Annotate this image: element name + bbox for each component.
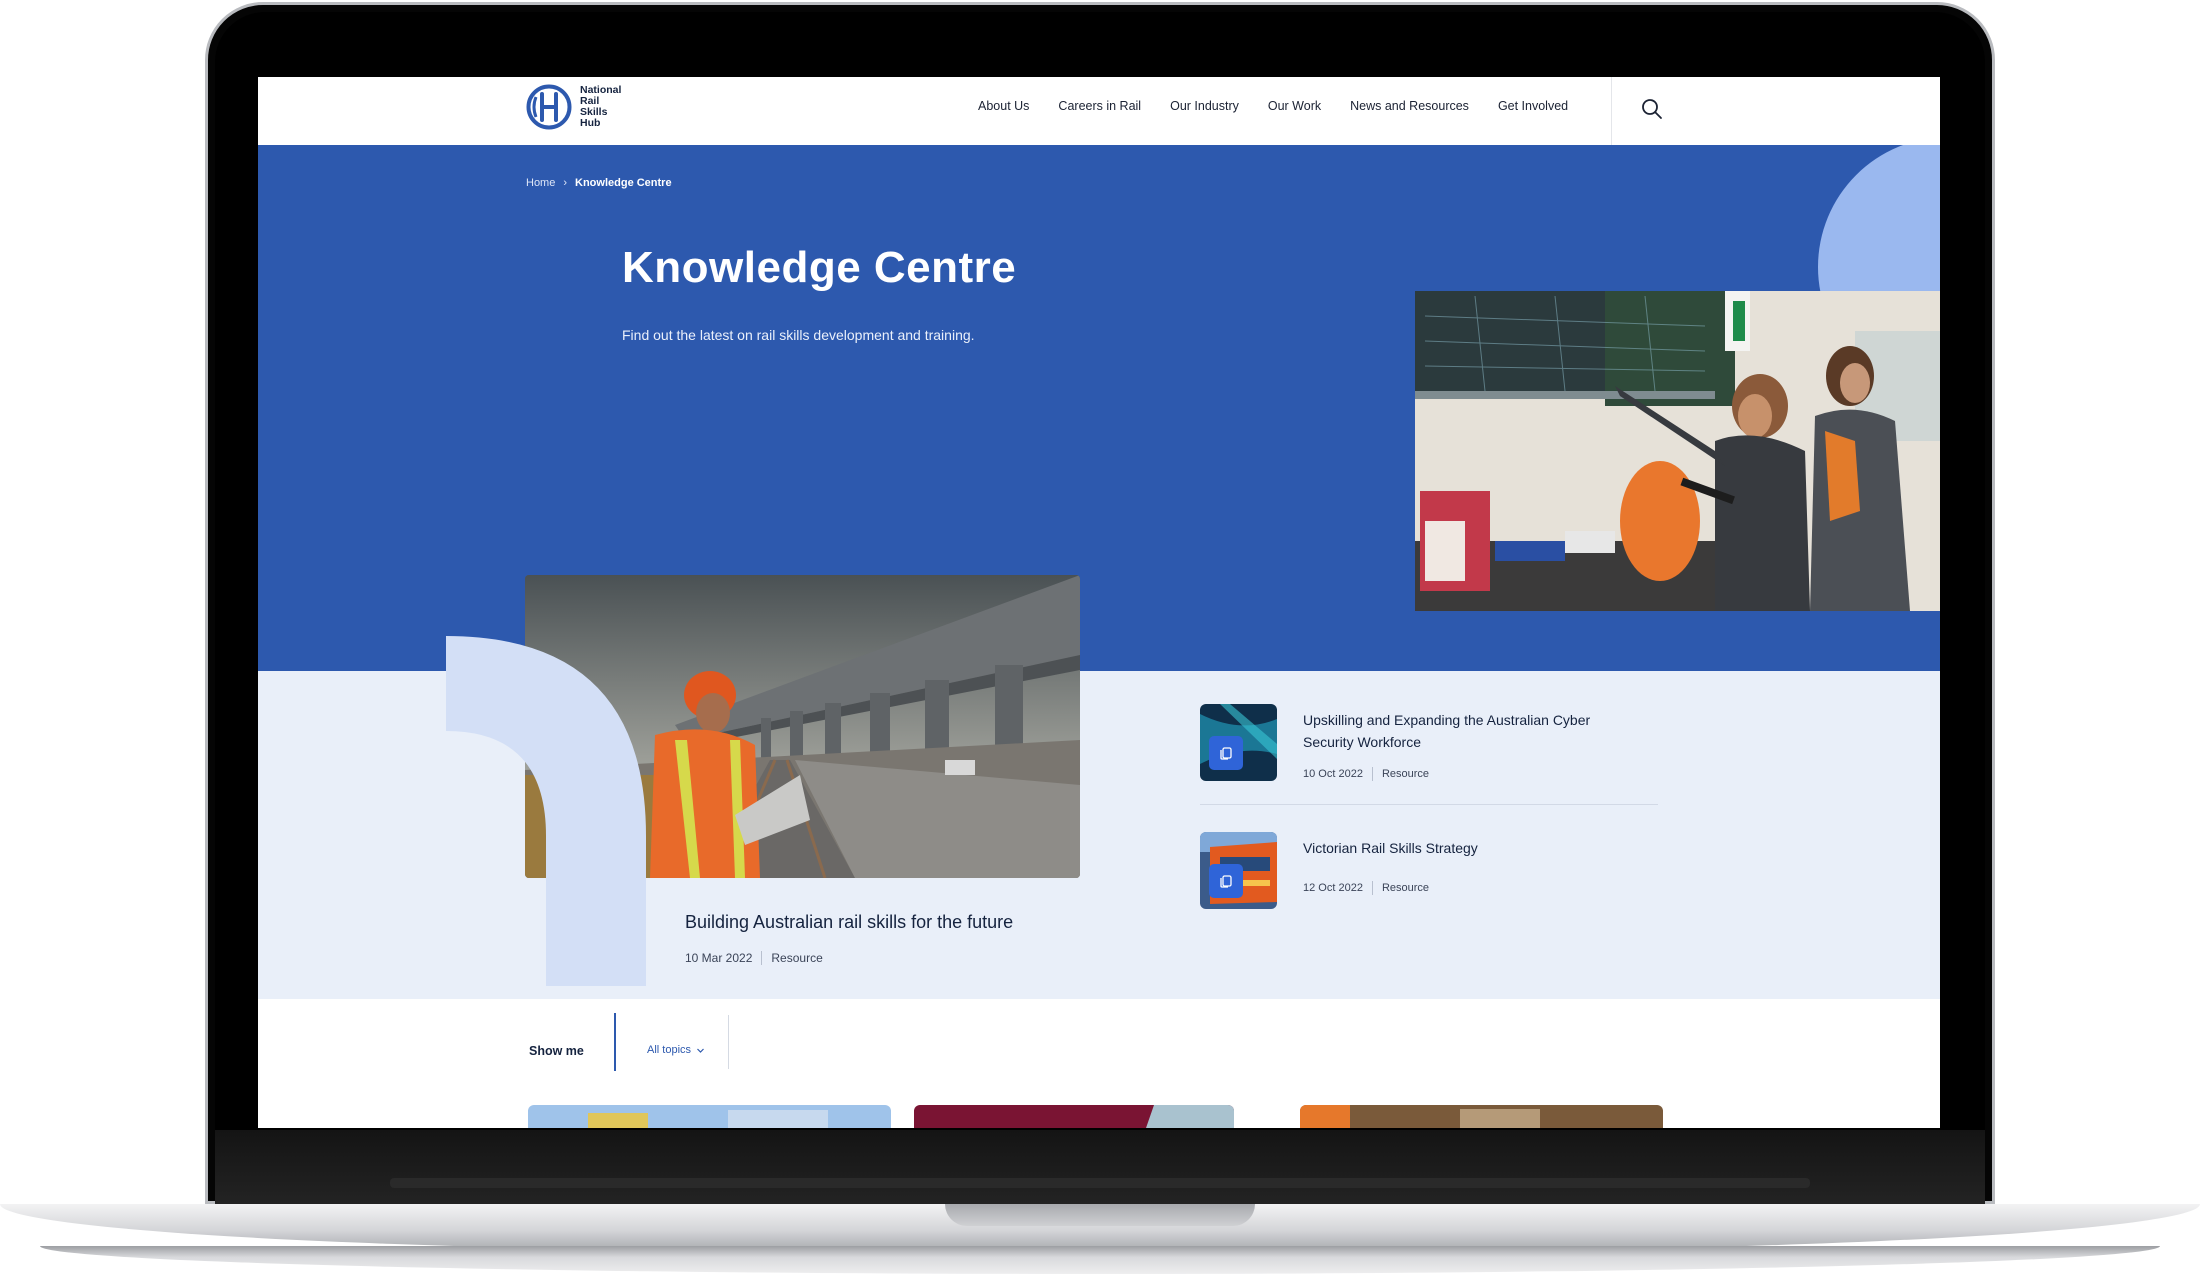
article-title[interactable]: Victorian Rail Skills Strategy (1303, 837, 1593, 859)
page-subtitle: Find out the latest on rail skills devel… (622, 327, 975, 343)
breadcrumb: Home › Knowledge Centre (526, 177, 672, 189)
laptop-bezel-bottom (215, 1130, 1985, 1204)
resource-card-image[interactable] (914, 1105, 1234, 1128)
featured-article-title[interactable]: Building Australian rail skills for the … (685, 912, 1013, 933)
article-date: 10 Oct 2022 (1303, 768, 1363, 780)
logo-line: Hub (580, 117, 601, 129)
nav-item-our-work[interactable]: Our Work (1268, 99, 1321, 113)
breadcrumb-current: Knowledge Centre (575, 177, 672, 189)
breadcrumb-chevron-icon: › (563, 177, 568, 189)
list-item[interactable]: Victorian Rail Skills Strategy 12 Oct 20… (1200, 832, 1593, 909)
laptop-hinge (390, 1178, 1810, 1188)
laptop-base-edge (40, 1246, 2160, 1274)
search-icon[interactable] (1638, 95, 1666, 123)
logo-mark-icon (526, 84, 572, 130)
featured-decorative-arch (446, 636, 646, 986)
chevron-down-icon (697, 1048, 704, 1053)
laptop-notch (945, 1204, 1255, 1226)
nav-item-our-industry[interactable]: Our Industry (1170, 99, 1239, 113)
hero-photo-control-room (1415, 291, 1940, 611)
article-type: Resource (1381, 882, 1430, 894)
breadcrumb-home-link[interactable]: Home (526, 177, 555, 189)
page-title: Knowledge Centre (622, 243, 1017, 292)
article-meta: 12 Oct 2022 Resource (1303, 881, 1593, 895)
article-title[interactable]: Upskilling and Expanding the Australian … (1303, 709, 1593, 753)
resource-badge (1209, 864, 1243, 898)
article-thumbnail (1200, 832, 1277, 909)
main-nav: About Us Careers in Rail Our Industry Ou… (978, 99, 1597, 113)
article-divider (1200, 804, 1658, 805)
document-copy-icon (1220, 875, 1232, 888)
article-body: Upskilling and Expanding the Australian … (1303, 704, 1593, 781)
resource-badge (1209, 736, 1243, 770)
filter-divider (728, 1015, 729, 1069)
nav-item-get-involved[interactable]: Get Involved (1498, 99, 1568, 113)
website-screen: National Rail Skills Hub About Us Career… (258, 77, 1940, 1128)
article-thumbnail (1200, 704, 1277, 781)
featured-article-type: Resource (771, 951, 823, 965)
filter-active-divider (614, 1013, 616, 1071)
document-copy-icon (1220, 747, 1232, 760)
site-logo[interactable]: National Rail Skills Hub (525, 83, 621, 131)
nav-item-news-and-resources[interactable]: News and Resources (1350, 99, 1469, 113)
meta-divider (1371, 881, 1373, 895)
article-meta: 10 Oct 2022 Resource (1303, 767, 1593, 781)
article-date: 12 Oct 2022 (1303, 882, 1363, 894)
nav-item-careers-in-rail[interactable]: Careers in Rail (1058, 99, 1141, 113)
hero-section: Home › Knowledge Centre Knowledge Centre… (258, 145, 1940, 671)
featured-article-date: 10 Mar 2022 (685, 951, 753, 965)
topic-dropdown-value: All topics (647, 1044, 692, 1056)
site-header: National Rail Skills Hub About Us Career… (258, 77, 1940, 145)
logo-text: National Rail Skills Hub (580, 85, 621, 129)
nav-item-about-us[interactable]: About Us (978, 99, 1029, 113)
laptop-frame: National Rail Skills Hub About Us Career… (0, 0, 2200, 1274)
resource-card-image[interactable] (1300, 1105, 1663, 1128)
article-type: Resource (1381, 768, 1430, 780)
article-body: Victorian Rail Skills Strategy 12 Oct 20… (1303, 832, 1593, 909)
resource-card-image[interactable] (528, 1105, 891, 1128)
nav-divider (1611, 77, 1612, 145)
featured-article-meta: 10 Mar 2022 Resource (685, 951, 823, 965)
topic-dropdown[interactable]: All topics (647, 1044, 705, 1056)
meta-divider (761, 951, 763, 965)
list-item[interactable]: Upskilling and Expanding the Australian … (1200, 704, 1593, 781)
filter-label: Show me (529, 1044, 584, 1058)
meta-divider (1371, 767, 1373, 781)
